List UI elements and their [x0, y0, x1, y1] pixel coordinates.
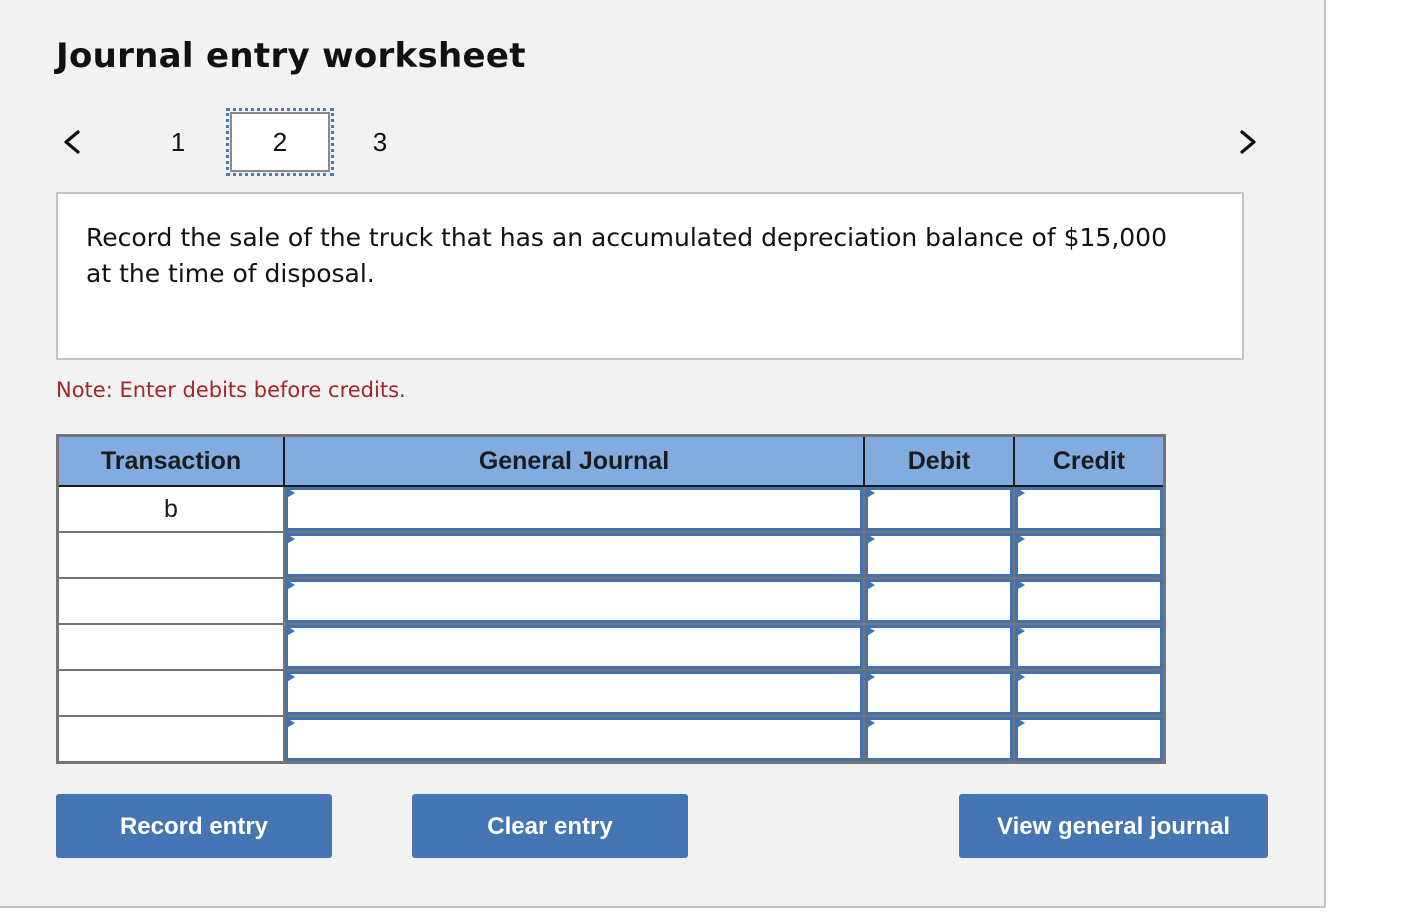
header-debit: Debit	[863, 435, 1015, 487]
cell-marker-icon	[285, 671, 295, 683]
debit-cell	[863, 715, 1015, 764]
cell-marker-icon	[865, 717, 875, 729]
cell-marker-icon	[285, 533, 295, 545]
table-row	[56, 715, 1166, 764]
debit-input[interactable]	[865, 533, 1013, 577]
cell-marker-icon	[1015, 487, 1025, 499]
question-box: Record the sale of the truck that has an…	[56, 192, 1244, 360]
debit-cell	[863, 485, 1015, 533]
general-journal-input[interactable]	[285, 717, 863, 761]
general-journal-input[interactable]	[285, 487, 863, 531]
general-journal-input[interactable]	[285, 625, 863, 669]
general-journal-input[interactable]	[285, 671, 863, 715]
page-title: Journal entry worksheet	[56, 36, 526, 76]
debit-cell	[863, 669, 1015, 717]
general-journal-cell	[283, 485, 865, 533]
credit-cell	[1013, 715, 1166, 764]
general-journal-input[interactable]	[285, 579, 863, 623]
cell-marker-icon	[1015, 533, 1025, 545]
cell-marker-icon	[865, 487, 875, 499]
credit-input[interactable]	[1015, 625, 1163, 669]
general-journal-cell	[283, 623, 865, 671]
table-row	[56, 577, 1166, 625]
journal-entry-table: Transaction General Journal Debit Credit…	[56, 434, 1166, 764]
debit-input[interactable]	[865, 625, 1013, 669]
chevron-left-icon	[64, 130, 80, 154]
view-general-journal-button[interactable]: View general journal	[959, 794, 1268, 858]
debit-cell	[863, 577, 1015, 625]
transaction-cell	[56, 669, 285, 717]
cell-marker-icon	[865, 533, 875, 545]
cell-marker-icon	[1015, 625, 1025, 637]
cell-marker-icon	[285, 579, 295, 591]
cell-marker-icon	[1015, 579, 1025, 591]
table-header-row: Transaction General Journal Debit Credit	[57, 435, 1165, 487]
instruction-note: Note: Enter debits before credits.	[56, 378, 406, 402]
transaction-cell	[56, 531, 285, 579]
credit-cell	[1013, 577, 1166, 625]
worksheet-panel: Journal entry worksheet 1 2 3 Record the…	[0, 0, 1326, 908]
header-credit: Credit	[1013, 435, 1165, 487]
credit-cell	[1013, 623, 1166, 671]
question-text: Record the sale of the truck that has an…	[86, 223, 1167, 288]
cell-marker-icon	[1015, 717, 1025, 729]
cell-marker-icon	[865, 579, 875, 591]
cell-marker-icon	[285, 625, 295, 637]
debit-cell	[863, 623, 1015, 671]
credit-input[interactable]	[1015, 533, 1163, 577]
transaction-cell: b	[56, 485, 285, 533]
transaction-cell	[56, 577, 285, 625]
debit-input[interactable]	[865, 717, 1013, 761]
next-step-button[interactable]	[1234, 124, 1264, 160]
credit-input[interactable]	[1015, 671, 1163, 715]
step-tab-2-active[interactable]: 2	[226, 108, 334, 176]
general-journal-cell	[283, 669, 865, 717]
previous-step-button[interactable]	[56, 124, 86, 160]
step-tab-1[interactable]: 1	[128, 112, 228, 172]
debit-input[interactable]	[865, 671, 1013, 715]
credit-input[interactable]	[1015, 717, 1163, 761]
credit-input[interactable]	[1015, 487, 1163, 531]
credit-cell	[1013, 485, 1166, 533]
cell-marker-icon	[865, 671, 875, 683]
transaction-cell	[56, 715, 285, 764]
credit-cell	[1013, 531, 1166, 579]
cell-marker-icon	[285, 717, 295, 729]
debit-cell	[863, 531, 1015, 579]
header-transaction: Transaction	[57, 435, 285, 487]
credit-cell	[1013, 669, 1166, 717]
table-row	[56, 623, 1166, 671]
record-entry-button[interactable]: Record entry	[56, 794, 332, 858]
table-row: b	[56, 485, 1166, 533]
cell-marker-icon	[865, 625, 875, 637]
table-row	[56, 669, 1166, 717]
chevron-right-icon	[1240, 130, 1256, 154]
credit-input[interactable]	[1015, 579, 1163, 623]
general-journal-cell	[283, 715, 865, 764]
debit-input[interactable]	[865, 579, 1013, 623]
debit-input[interactable]	[865, 487, 1013, 531]
general-journal-cell	[283, 531, 865, 579]
general-journal-cell	[283, 577, 865, 625]
clear-entry-button[interactable]: Clear entry	[412, 794, 688, 858]
transaction-cell	[56, 623, 285, 671]
table-row	[56, 531, 1166, 579]
cell-marker-icon	[1015, 671, 1025, 683]
cell-marker-icon	[285, 487, 295, 499]
step-tab-3[interactable]: 3	[330, 112, 430, 172]
header-general-journal: General Journal	[283, 435, 865, 487]
general-journal-input[interactable]	[285, 533, 863, 577]
